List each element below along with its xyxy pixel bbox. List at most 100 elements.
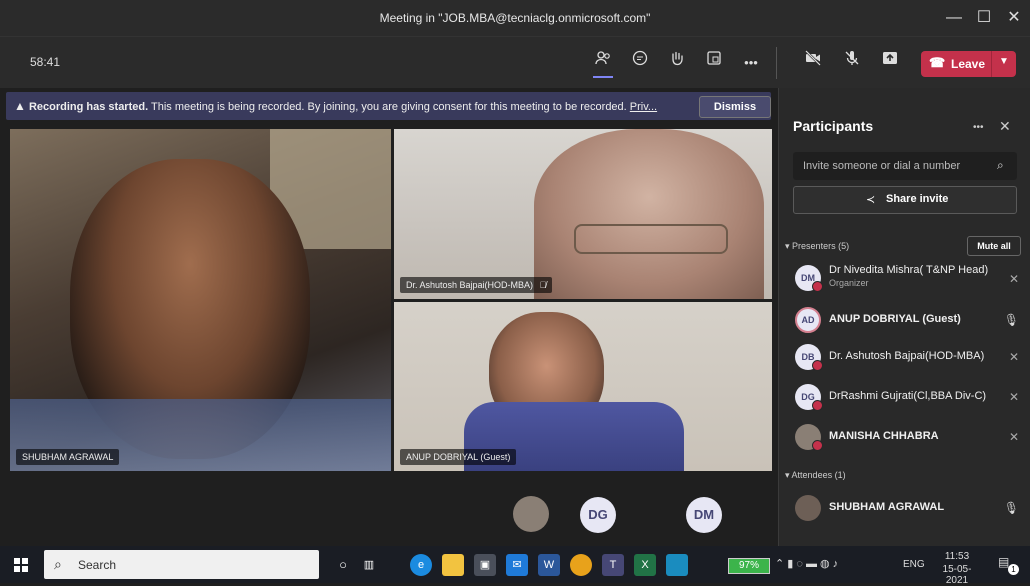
avatar-initials: DB [801, 352, 815, 362]
windows-start-icon[interactable] [14, 558, 28, 572]
leave-button[interactable]: ☎ Leave ▼ [921, 51, 1016, 77]
video-tile-anup[interactable]: ANUP DOBRIYAL (Guest) [394, 302, 772, 471]
phone-hangup-icon: ☎ [929, 55, 946, 70]
share-invite-label: Share invite [886, 193, 949, 205]
mic-toggle-button[interactable] [838, 49, 866, 77]
participant-row[interactable]: SHUBHAM AGRAWAL 🎙 [779, 488, 1030, 528]
participant-name: DrRashmi Gujrati(Cl,BBA Div-C) [829, 390, 987, 402]
panel-title: Participants [793, 118, 874, 134]
leave-label: Leave [951, 57, 986, 71]
mic-off-icon: ✕ [1008, 272, 1019, 286]
attendees-label: Attendees (1) [791, 470, 846, 480]
search-icon: ⌕ [54, 556, 62, 572]
banner-message: This meeting is being recorded. By joini… [151, 101, 627, 113]
search-icon: ⌕ [997, 158, 1004, 172]
avatar-dm[interactable]: DM [686, 497, 722, 533]
breakout-rooms-button[interactable] [700, 49, 728, 77]
glasses-shape [574, 224, 728, 254]
warning-icon: ▲ [14, 99, 26, 113]
status-dot [812, 440, 823, 451]
reactions-button[interactable] [663, 49, 691, 77]
chevron-down-icon: ▾ [785, 470, 790, 480]
video-tile-ashutosh[interactable]: Dr. Ashutosh Bajpai(HOD-MBA) 🎙̸ [394, 129, 772, 299]
participants-panel: Participants ••• ✕ Invite someone or dia… [778, 88, 1030, 546]
participant-row[interactable]: MANISHA CHHABRA ✕ [779, 417, 1030, 457]
privacy-link[interactable]: Priv... [630, 101, 657, 113]
camera-toggle-button[interactable] [799, 49, 827, 77]
participant-role: Organizer [829, 278, 869, 288]
mic-off-icon: 🎙̸ [539, 280, 547, 290]
search-label: Search [78, 558, 117, 572]
mic-on-icon: 🎙 [1003, 501, 1019, 515]
status-dot [812, 400, 823, 411]
chevron-down-icon[interactable]: ▼ [999, 56, 1009, 67]
status-dot [812, 360, 823, 371]
attendees-header[interactable]: ▾ Attendees (1) [785, 470, 846, 481]
notification-center-icon[interactable]: ▤ 1 [998, 555, 1019, 575]
participant-name: SHUBHAM AGRAWAL [829, 501, 945, 513]
store-icon[interactable]: ▣ [474, 554, 496, 576]
presenters-label: Presenters (5) [792, 241, 850, 251]
rooms-icon [707, 51, 721, 65]
avatar-manisha[interactable] [513, 496, 549, 532]
excel-icon[interactable]: X [634, 554, 656, 576]
photos-icon[interactable] [666, 554, 688, 576]
presenters-header[interactable]: ▾ Presenters (5) [785, 241, 849, 252]
invite-search-field[interactable]: Invite someone or dial a number ⌕ [793, 152, 1017, 180]
file-explorer-icon[interactable] [442, 554, 464, 576]
show-participants-button[interactable] [589, 49, 617, 78]
participant-row[interactable]: DM Dr Nivedita Mishra( T&NP Head) Organi… [779, 258, 1030, 298]
clock[interactable]: 11:53 15-05-2021 [934, 551, 980, 586]
taskbar-search-box[interactable]: ⌕ Search [44, 550, 319, 579]
chat-icon [632, 50, 648, 66]
panel-close-button[interactable]: ✕ [999, 118, 1011, 135]
chevron-down-icon: ▾ [785, 241, 790, 251]
close-window-button[interactable]: ✕ [994, 0, 1030, 36]
tile-name-label: Dr. Ashutosh Bajpai(HOD-MBA) [406, 280, 534, 290]
share-tray-icon [883, 52, 897, 64]
teams-icon[interactable]: T [602, 554, 624, 576]
share-content-button[interactable] [876, 49, 904, 77]
participant-video [534, 129, 764, 299]
avatar: DG [795, 384, 823, 411]
active-indicator [593, 76, 613, 78]
mail-icon[interactable]: ✉ [506, 554, 528, 576]
tile-name-ashutosh: Dr. Ashutosh Bajpai(HOD-MBA) 🎙̸ [400, 277, 553, 293]
avatar [795, 495, 821, 521]
more-actions-button[interactable]: ••• [737, 49, 765, 77]
language-indicator[interactable]: ENG [903, 559, 925, 570]
participant-name: Dr Nivedita Mishra( T&NP Head) [829, 264, 989, 276]
tile-name-shubham: SHUBHAM AGRAWAL [16, 449, 120, 465]
chrome-icon[interactable] [570, 554, 592, 576]
task-view-icon[interactable]: ▥ [358, 554, 380, 576]
avatar-dg[interactable]: DG [580, 497, 616, 533]
mic-off-icon: ✕ [1008, 350, 1019, 364]
mic-on-icon: 🎙 [1003, 313, 1019, 327]
toolbar-divider [776, 47, 777, 79]
avatar [795, 424, 823, 451]
battery-indicator[interactable]: 97% [728, 558, 770, 574]
notification-count-badge: 1 [1008, 564, 1019, 575]
participant-row[interactable]: DG DrRashmi Gujrati(Cl,BBA Div-C) ✕ [779, 377, 1030, 417]
video-tile-shubham[interactable]: SHUBHAM AGRAWAL [10, 129, 391, 471]
panel-more-button[interactable]: ••• [973, 122, 984, 133]
word-icon[interactable]: W [538, 554, 560, 576]
leave-divider [991, 51, 992, 77]
share-invite-button[interactable]: ≺ Share invite [793, 186, 1017, 214]
invite-placeholder: Invite someone or dial a number [803, 160, 961, 172]
mic-off-icon [845, 51, 859, 65]
banner-text: ▲ Recording has started. This meeting is… [14, 92, 657, 121]
mute-all-button[interactable]: Mute all [967, 236, 1021, 256]
edge-icon[interactable]: e [410, 554, 432, 576]
participant-row[interactable]: AD ANUP DOBRIYAL (Guest) 🎙 [779, 300, 1030, 340]
dismiss-button[interactable]: Dismiss [699, 96, 771, 118]
cortana-icon[interactable]: ○ [332, 554, 354, 576]
windows-taskbar: ⌕ Search ○ ▥ e ▣ ✉ W T X 97% ⌃ ▮ ◌ ▬ ◍ ♪… [0, 546, 1030, 586]
participant-row[interactable]: DB Dr. Ashutosh Bajpai(HOD-MBA) ✕ [779, 337, 1030, 377]
status-dot [812, 281, 823, 292]
avatar: DM [795, 265, 823, 292]
share-icon: ≺ [866, 194, 876, 206]
raise-hand-icon [672, 51, 683, 66]
chat-button[interactable] [626, 49, 654, 77]
tray-icons[interactable]: ⌃ ▮ ◌ ▬ ◍ ♪ [775, 557, 838, 570]
